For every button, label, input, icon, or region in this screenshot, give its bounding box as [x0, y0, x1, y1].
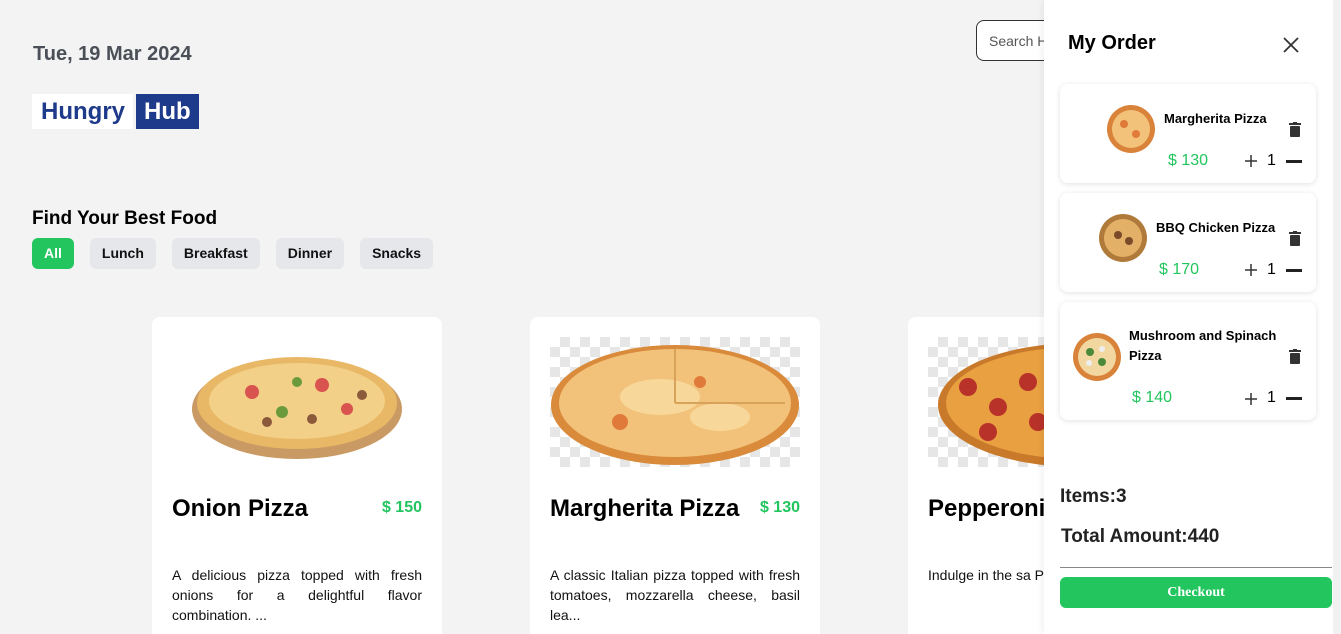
plus-icon[interactable] — [1244, 392, 1258, 406]
onion-pizza-image — [192, 357, 402, 459]
minus-icon[interactable] — [1286, 397, 1302, 400]
menu-card[interactable]: Onion Pizza $ 150 A delicious pizza topp… — [152, 317, 442, 634]
order-panel-title: My Order — [1068, 32, 1156, 54]
order-item: BBQ Chicken Pizza $ 170 1 — [1060, 193, 1316, 292]
plus-icon[interactable] — [1244, 154, 1258, 168]
order-item: Margherita Pizza $ 130 1 — [1060, 84, 1316, 183]
order-item-thumbnail — [1099, 214, 1147, 262]
app-logo: Hungry Hub — [32, 94, 199, 129]
category-filter-bar: All Lunch Breakfast Dinner Snacks — [32, 238, 434, 269]
currency-symbol: $ — [759, 499, 769, 516]
currency-symbol: $ — [1132, 389, 1141, 406]
order-item-thumbnail — [1107, 105, 1155, 153]
plus-icon[interactable] — [1244, 263, 1258, 277]
order-item-name: BBQ Chicken Pizza — [1156, 220, 1276, 235]
minus-icon[interactable] — [1286, 160, 1302, 163]
menu-item-name: Margherita Pizza — [550, 495, 740, 522]
order-item-quantity: 1 — [1267, 261, 1276, 278]
menu-item-description: A delicious pizza topped with fresh onio… — [172, 567, 422, 623]
category-snacks-button[interactable]: Snacks — [360, 238, 434, 269]
order-item-quantity: 1 — [1267, 152, 1276, 169]
menu-item-name: Pepperoni — [928, 495, 1046, 522]
category-dinner-button[interactable]: Dinner — [275, 238, 345, 269]
order-item-name: Mushroom and Spinach Pizza — [1129, 328, 1277, 363]
menu-item-name: Onion Pizza — [172, 495, 309, 522]
currency-symbol: $ — [1159, 261, 1168, 278]
menu-item-price: $ 150 — [382, 499, 422, 517]
category-all-button[interactable]: All — [32, 238, 74, 269]
order-item-name: Margherita Pizza — [1164, 111, 1267, 126]
price-value: 130 — [1181, 152, 1209, 169]
logo-part-hungry: Hungry — [32, 94, 133, 129]
currency-symbol: $ — [381, 499, 391, 516]
trash-icon[interactable] — [1288, 122, 1302, 138]
order-item: Mushroom and Spinach Pizza $ 140 1 — [1060, 302, 1316, 420]
order-item-price: $ 130 — [1168, 152, 1208, 170]
price-value: 170 — [1172, 261, 1200, 278]
price-value: 130 — [773, 499, 800, 516]
category-lunch-button[interactable]: Lunch — [89, 238, 156, 269]
currency-symbol: $ — [1168, 152, 1177, 169]
menu-card[interactable]: Margherita Pizza $ 130 A classic Italian… — [530, 317, 820, 634]
scrollbar[interactable] — [1333, 0, 1341, 634]
price-value: 150 — [395, 499, 422, 516]
order-item-thumbnail — [1073, 333, 1121, 381]
logo-part-hub: Hub — [136, 94, 199, 129]
divider — [1060, 567, 1332, 568]
close-icon[interactable] — [1282, 36, 1300, 54]
margherita-pizza-image — [550, 337, 800, 467]
total-amount: Total Amount:440 — [1061, 526, 1220, 547]
order-panel: My Order Margherita Pizza $ 130 1 BBQ Ch… — [1044, 0, 1333, 634]
checkout-button[interactable]: Checkout — [1060, 577, 1332, 608]
category-breakfast-button[interactable]: Breakfast — [171, 238, 260, 269]
order-item-quantity: 1 — [1267, 389, 1276, 406]
order-item-price: $ 170 — [1159, 261, 1199, 279]
trash-icon[interactable] — [1288, 231, 1302, 247]
items-count: Items:3 — [1060, 486, 1127, 507]
current-date: Tue, 19 Mar 2024 — [33, 43, 192, 65]
menu-item-description: A classic Italian pizza topped with fres… — [550, 567, 800, 623]
menu-item-price: $ 130 — [760, 499, 800, 517]
price-value: 140 — [1145, 389, 1173, 406]
trash-icon[interactable] — [1288, 349, 1302, 365]
order-item-price: $ 140 — [1132, 389, 1172, 407]
section-title: Find Your Best Food — [32, 208, 218, 229]
minus-icon[interactable] — [1286, 269, 1302, 272]
